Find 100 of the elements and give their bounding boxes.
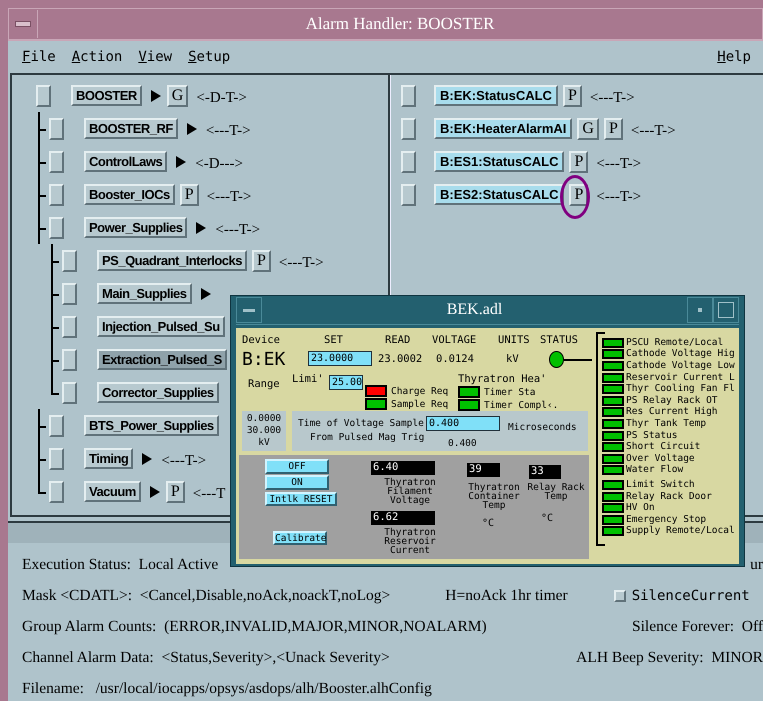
- interlock-label: Limit Switch: [626, 480, 695, 490]
- interlock-label: PSCU Remote/Local: [626, 338, 724, 348]
- guidance-button[interactable]: G: [166, 84, 188, 106]
- mask-text: <---T->: [630, 123, 676, 140]
- acknowledge-button[interactable]: [49, 118, 64, 140]
- mask-text: <---T->: [206, 123, 251, 140]
- group-button[interactable]: Injection_Pulsed_Su: [97, 316, 225, 337]
- group-button[interactable]: Timing: [84, 448, 134, 469]
- expand-arrow-icon[interactable]: [195, 220, 208, 234]
- group-button[interactable]: Power_Supplies: [84, 217, 188, 238]
- group-button[interactable]: ControlLaws: [84, 151, 168, 172]
- group-button[interactable]: Extraction_Pulsed_S: [97, 349, 227, 370]
- control-button[interactable]: OFF: [265, 459, 329, 474]
- interlock-label: PS Relay Rack OT: [626, 396, 718, 406]
- status-led: [549, 351, 564, 368]
- guidance-button[interactable]: P: [252, 250, 271, 272]
- units-text: Microseconds: [508, 422, 577, 433]
- mask-text: <---T->: [161, 453, 206, 470]
- checkbox[interactable]: [614, 590, 626, 602]
- set-field[interactable]: 23.0000: [308, 351, 372, 366]
- group-button[interactable]: BOOSTER: [71, 85, 142, 106]
- acknowledge-button[interactable]: [62, 250, 77, 272]
- expand-arrow-icon[interactable]: [200, 286, 212, 300]
- mask-text: <---T->: [215, 222, 260, 239]
- guidance-button[interactable]: P: [604, 118, 623, 140]
- maximize-button[interactable]: [713, 297, 739, 323]
- acknowledge-button[interactable]: [62, 348, 77, 370]
- acknowledge-button[interactable]: [49, 150, 64, 172]
- device-name: B:EK: [242, 349, 286, 370]
- acknowledge-button[interactable]: [62, 316, 77, 338]
- expand-arrow-icon[interactable]: [148, 484, 161, 498]
- indicator-label: Timer Compl‹.: [484, 400, 558, 410]
- minimize-button[interactable]: [687, 297, 713, 323]
- mask-text: <---T->: [278, 255, 324, 272]
- help-menu[interactable]: Help: [717, 49, 751, 65]
- expand-arrow-icon[interactable]: [141, 452, 154, 466]
- control-button[interactable]: Intlk RESET: [265, 492, 337, 506]
- acknowledge-button[interactable]: [62, 382, 77, 404]
- limit-label: Limi': [292, 373, 324, 385]
- mask-text: <---T->: [206, 189, 252, 206]
- group-button[interactable]: BTS_Power_Supplies: [84, 415, 219, 436]
- group-button[interactable]: BOOSTER_RF: [84, 118, 178, 139]
- menu-item[interactable]: Setup: [188, 49, 230, 65]
- acknowledge-button[interactable]: [62, 282, 77, 304]
- interlock-label: Water Flow: [626, 465, 684, 476]
- menu-item[interactable]: Action: [72, 49, 122, 65]
- expand-arrow-icon[interactable]: [186, 122, 198, 136]
- acknowledge-button[interactable]: [49, 414, 64, 436]
- readout-label: Thyratron Filament Voltage: [383, 478, 437, 505]
- channel-button[interactable]: B:ES2:StatusCALC: [434, 184, 564, 205]
- control-button[interactable]: Calibrate: [273, 531, 327, 545]
- readout-value: 6.40: [371, 461, 435, 475]
- connector-line: [564, 359, 592, 361]
- mask-text: <---T->: [590, 90, 635, 107]
- status-text: ur: [750, 556, 763, 574]
- menu-item[interactable]: File: [22, 49, 56, 65]
- sample-field[interactable]: 0.400: [426, 416, 500, 431]
- readout-label: Relay Rack Temp: [526, 483, 586, 501]
- status-text: Mask <CDATL>: <Cancel,Disable,noAck,noackT,noLog>: [22, 586, 390, 604]
- mask-text: <---T->: [596, 189, 642, 206]
- group-button[interactable]: Vacuum: [84, 481, 141, 502]
- acknowledge-button[interactable]: [36, 84, 51, 106]
- acknowledge-button[interactable]: [401, 184, 416, 206]
- menu-item[interactable]: View: [138, 49, 172, 65]
- indicator-label: Timer Sta: [484, 386, 536, 398]
- status-text: Filename: /usr/local/iocapps/opsys/asdops/alh/Booster.alhConfig: [22, 680, 432, 698]
- channel-button[interactable]: B:EK:HeaterAlarmAI: [434, 118, 572, 139]
- group-button[interactable]: PS_Quadrant_Interlocks: [97, 250, 247, 271]
- acknowledge-button[interactable]: [49, 216, 64, 238]
- column-header: SET: [324, 334, 343, 346]
- window-menu-button[interactable]: [236, 297, 262, 323]
- group-button[interactable]: Booster_IOCs: [84, 184, 175, 205]
- control-button[interactable]: ON: [265, 475, 329, 490]
- acknowledge-button[interactable]: [401, 118, 416, 140]
- guidance-button[interactable]: G: [577, 118, 599, 140]
- guidance-button[interactable]: P: [166, 480, 185, 502]
- acknowledge-button[interactable]: [49, 448, 64, 470]
- guidance-button[interactable]: P: [569, 184, 588, 206]
- group-button[interactable]: Main_Supplies: [97, 283, 192, 304]
- expand-arrow-icon[interactable]: [175, 154, 188, 168]
- acknowledge-button[interactable]: [401, 84, 416, 106]
- guidance-button[interactable]: P: [562, 84, 582, 106]
- limit-field[interactable]: 25.00: [329, 375, 363, 390]
- interlock-label: Supply Remote/Local: [626, 526, 735, 536]
- acknowledge-button[interactable]: [49, 480, 64, 502]
- range-value: kV: [258, 437, 270, 449]
- expand-arrow-icon[interactable]: [150, 88, 162, 102]
- voltage-value: 0.0124: [436, 353, 474, 365]
- channel-button[interactable]: B:ES1:StatusCALC: [434, 151, 564, 172]
- acknowledge-button[interactable]: [401, 150, 416, 172]
- channel-button[interactable]: B:EK:StatusCALC: [434, 85, 558, 106]
- column-header: VOLTAGE: [432, 334, 476, 346]
- acknowledge-button[interactable]: [49, 184, 64, 206]
- heater-title: Thyratron Hea': [458, 373, 547, 385]
- status-text: Execution Status: Local Active: [22, 556, 218, 574]
- guidance-button[interactable]: P: [569, 150, 588, 172]
- interlock-label: Cathode Voltage Hig: [626, 349, 735, 360]
- column-header: STATUS: [540, 334, 578, 346]
- guidance-button[interactable]: P: [180, 184, 199, 206]
- group-button[interactable]: Corrector_Supplies: [97, 382, 219, 403]
